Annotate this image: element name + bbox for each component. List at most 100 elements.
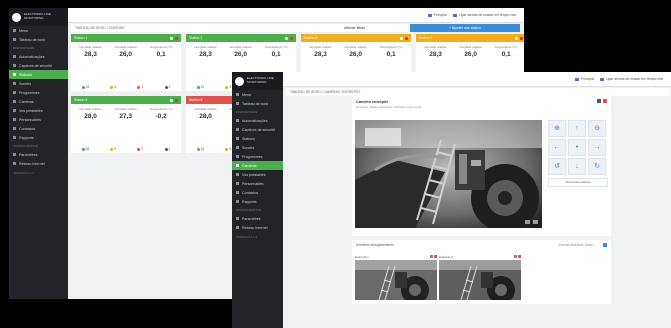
rotate-left-icon[interactable]: ↺ — [548, 158, 566, 175]
metric-value: 26,0 — [349, 50, 362, 58]
sidebar: ELECTRONIC LINE MONITORING Menu Tableau … — [232, 72, 283, 328]
metric-value: 27,3 — [119, 112, 132, 120]
sidebar-item-settings[interactable]: Paramètres — [9, 150, 68, 159]
sidebar-item-prealables[interactable]: Vos préalables — [232, 170, 283, 179]
sidebar-item-dashboard[interactable]: Tableau de bord — [232, 99, 283, 108]
close-icon[interactable] — [520, 36, 523, 40]
sidebar-item-cameras[interactable]: Caméras — [9, 97, 68, 106]
close-icon[interactable] — [175, 98, 178, 102]
user-menu[interactable]: Principal — [574, 77, 594, 81]
brand-logo[interactable]: ELECTRONIC LINE MONITORING — [232, 72, 283, 90]
notification-toggle[interactable]: Ligar alertas de estado em tempo real — [599, 77, 663, 81]
station-card[interactable]: Station 5 Humidité relative 28,0 Humidité r… — [71, 96, 181, 153]
edit-icon[interactable] — [430, 255, 433, 258]
contact-icon — [236, 191, 239, 194]
status-count: 5 — [225, 85, 231, 89]
sidebar-item-contacts[interactable]: Contactos — [232, 188, 283, 197]
sidebar-item-persons[interactable]: Personnalités — [9, 115, 68, 124]
chart-icon[interactable] — [170, 98, 173, 102]
chart-icon[interactable] — [170, 36, 173, 40]
sidebar-item-probes[interactable]: Sondes — [9, 79, 68, 88]
sidebar-item-reports[interactable]: Rapports — [232, 197, 283, 206]
notification-toggle[interactable]: Ligar alertas de estado em tempo real — [452, 13, 516, 17]
sidebar-version: VERSION 2.1.3 — [236, 235, 258, 239]
sidebar-item-cameras[interactable]: Caméras — [232, 161, 283, 170]
sidebar-item-reports[interactable]: Rapports — [9, 133, 68, 142]
camera-feed[interactable] — [355, 120, 542, 228]
sidebar-item-contacts[interactable]: Contactos — [9, 124, 68, 133]
brand-logo[interactable]: ELECTRONIC LINE MONITORING — [9, 8, 68, 26]
settings-icon — [13, 153, 16, 156]
chart-icon[interactable] — [515, 36, 518, 40]
sidebar-item-dashboard[interactable]: Tableau de bord — [9, 35, 68, 44]
zoom-out-icon[interactable]: ⊖ — [588, 120, 606, 137]
probe-icon — [236, 146, 239, 149]
delete-icon[interactable] — [434, 255, 437, 258]
sidebar-item-automations[interactable]: Automatizações — [232, 116, 283, 125]
automation-icon — [13, 55, 16, 58]
metric-label: Température (°C) — [149, 45, 173, 49]
info-icon[interactable] — [603, 243, 607, 247]
arrow-left-icon[interactable]: ← — [548, 139, 566, 156]
status-dot-icon — [164, 85, 168, 89]
sensor-icon — [13, 64, 16, 67]
sidebar-item-network[interactable]: Réseau Internet — [232, 223, 283, 232]
edit-icon[interactable] — [597, 99, 601, 103]
delete-icon[interactable] — [518, 255, 521, 258]
logo-mark-icon — [12, 12, 21, 22]
sidebar-item-persons[interactable]: Personnalités — [232, 179, 283, 188]
sidebar: ELECTRONIC LINE MONITORING Menu Tableau … — [9, 8, 68, 299]
station-card[interactable]: Station 1 Humidité relative 28,3 Humidité r… — [71, 34, 181, 91]
metric: Humidité relative 26,0 — [229, 45, 251, 59]
sidebar-item-stations[interactable]: Stations — [9, 70, 68, 79]
camera-window: ELECTRONIC LINE MONITORING Menu Tableau … — [232, 72, 671, 328]
sidebar-item-stations[interactable]: Stations — [232, 134, 283, 143]
logo-mark-icon — [235, 76, 244, 86]
recording-thumb-1[interactable]: Entrepôt 1 — [355, 254, 437, 300]
edit-icon[interactable] — [514, 255, 517, 258]
filter-button[interactable]: Afficher filtres — [301, 24, 408, 32]
sidebar-item-network[interactable]: Réseau Internet — [9, 159, 68, 168]
ptz-preset-link[interactable]: Voir preset caméra — [548, 178, 608, 187]
program-icon — [236, 155, 239, 158]
sidebar-item-settings[interactable]: Paramètres — [232, 214, 283, 223]
center-icon[interactable]: • — [568, 139, 586, 156]
rotate-right-icon[interactable]: ↻ — [588, 158, 606, 175]
close-icon[interactable] — [405, 36, 408, 40]
status-dot-icon — [196, 147, 200, 151]
automation-icon — [236, 119, 239, 122]
sidebar-category-config: CONFIGURATION — [13, 144, 38, 148]
sidebar-item-prealables[interactable]: Vos préalables — [9, 106, 68, 115]
close-icon[interactable] — [175, 36, 178, 40]
chart-icon[interactable] — [400, 36, 403, 40]
user-menu[interactable]: Principal — [427, 13, 447, 17]
arrow-right-icon[interactable]: → — [588, 139, 606, 156]
status-dot-icon — [225, 147, 229, 151]
arrow-up-icon[interactable]: ↑ — [568, 120, 586, 137]
status-count: 2 — [137, 147, 143, 151]
add-station-button[interactable]: + Ajouter une station — [410, 24, 520, 32]
delete-icon[interactable] — [603, 99, 607, 103]
zoom-in-icon[interactable]: ⊕ — [548, 120, 566, 137]
sidebar-item-probes[interactable]: Sondes — [232, 143, 283, 152]
sidebar-item-menu[interactable]: Menu — [232, 90, 283, 99]
close-icon[interactable] — [290, 36, 293, 40]
sidebar-item-programs[interactable]: Programmes — [9, 88, 68, 97]
breadcrumb: TABLEAU DE BORD / STATIONS — [71, 24, 303, 32]
sidebar-item-menu[interactable]: Menu — [9, 26, 68, 35]
sidebar-item-sensors[interactable]: Capteurs de sécurité — [9, 61, 68, 70]
sidebar-item-automations[interactable]: Automatizações — [9, 52, 68, 61]
arrow-down-icon[interactable]: ↓ — [568, 158, 586, 175]
metric-label: Humidité relative — [194, 107, 217, 111]
camera-subtitle: En direct / Station Entrepôt / Dernière … — [356, 105, 422, 109]
chart-icon[interactable] — [285, 36, 288, 40]
metric-label: Humidité relative — [79, 107, 102, 111]
metric-value: 28,0 — [84, 112, 97, 120]
recording-thumb-2[interactable]: Entrepôt 2 — [439, 254, 521, 300]
metric: Humidité relative 28,0 — [194, 107, 217, 121]
status-dot-icon — [81, 147, 85, 151]
station-card-header: Station 4 — [416, 34, 524, 42]
sidebar-item-sensors[interactable]: Capteurs de sécurité — [232, 125, 283, 134]
sidebar-item-programs[interactable]: Programmes — [232, 152, 283, 161]
camera-panel: Caméra entrepôt En direct / Station Entr… — [352, 96, 611, 236]
